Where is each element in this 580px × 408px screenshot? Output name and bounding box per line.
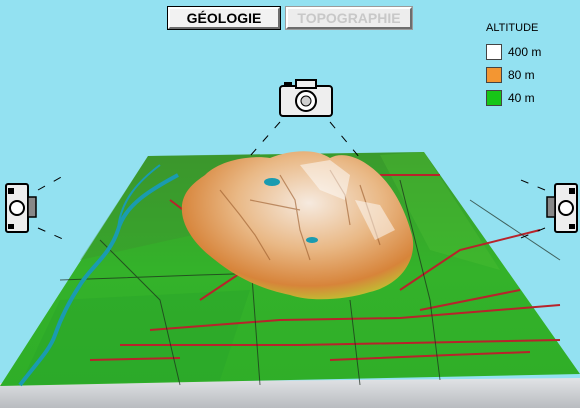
terrain-scene (0, 121, 580, 408)
lake-1 (264, 178, 280, 186)
camera-top-icon[interactable] (278, 78, 334, 118)
lake-2 (306, 237, 318, 243)
camera-left-icon[interactable] (4, 182, 38, 234)
camera-right-icon[interactable] (545, 182, 579, 234)
